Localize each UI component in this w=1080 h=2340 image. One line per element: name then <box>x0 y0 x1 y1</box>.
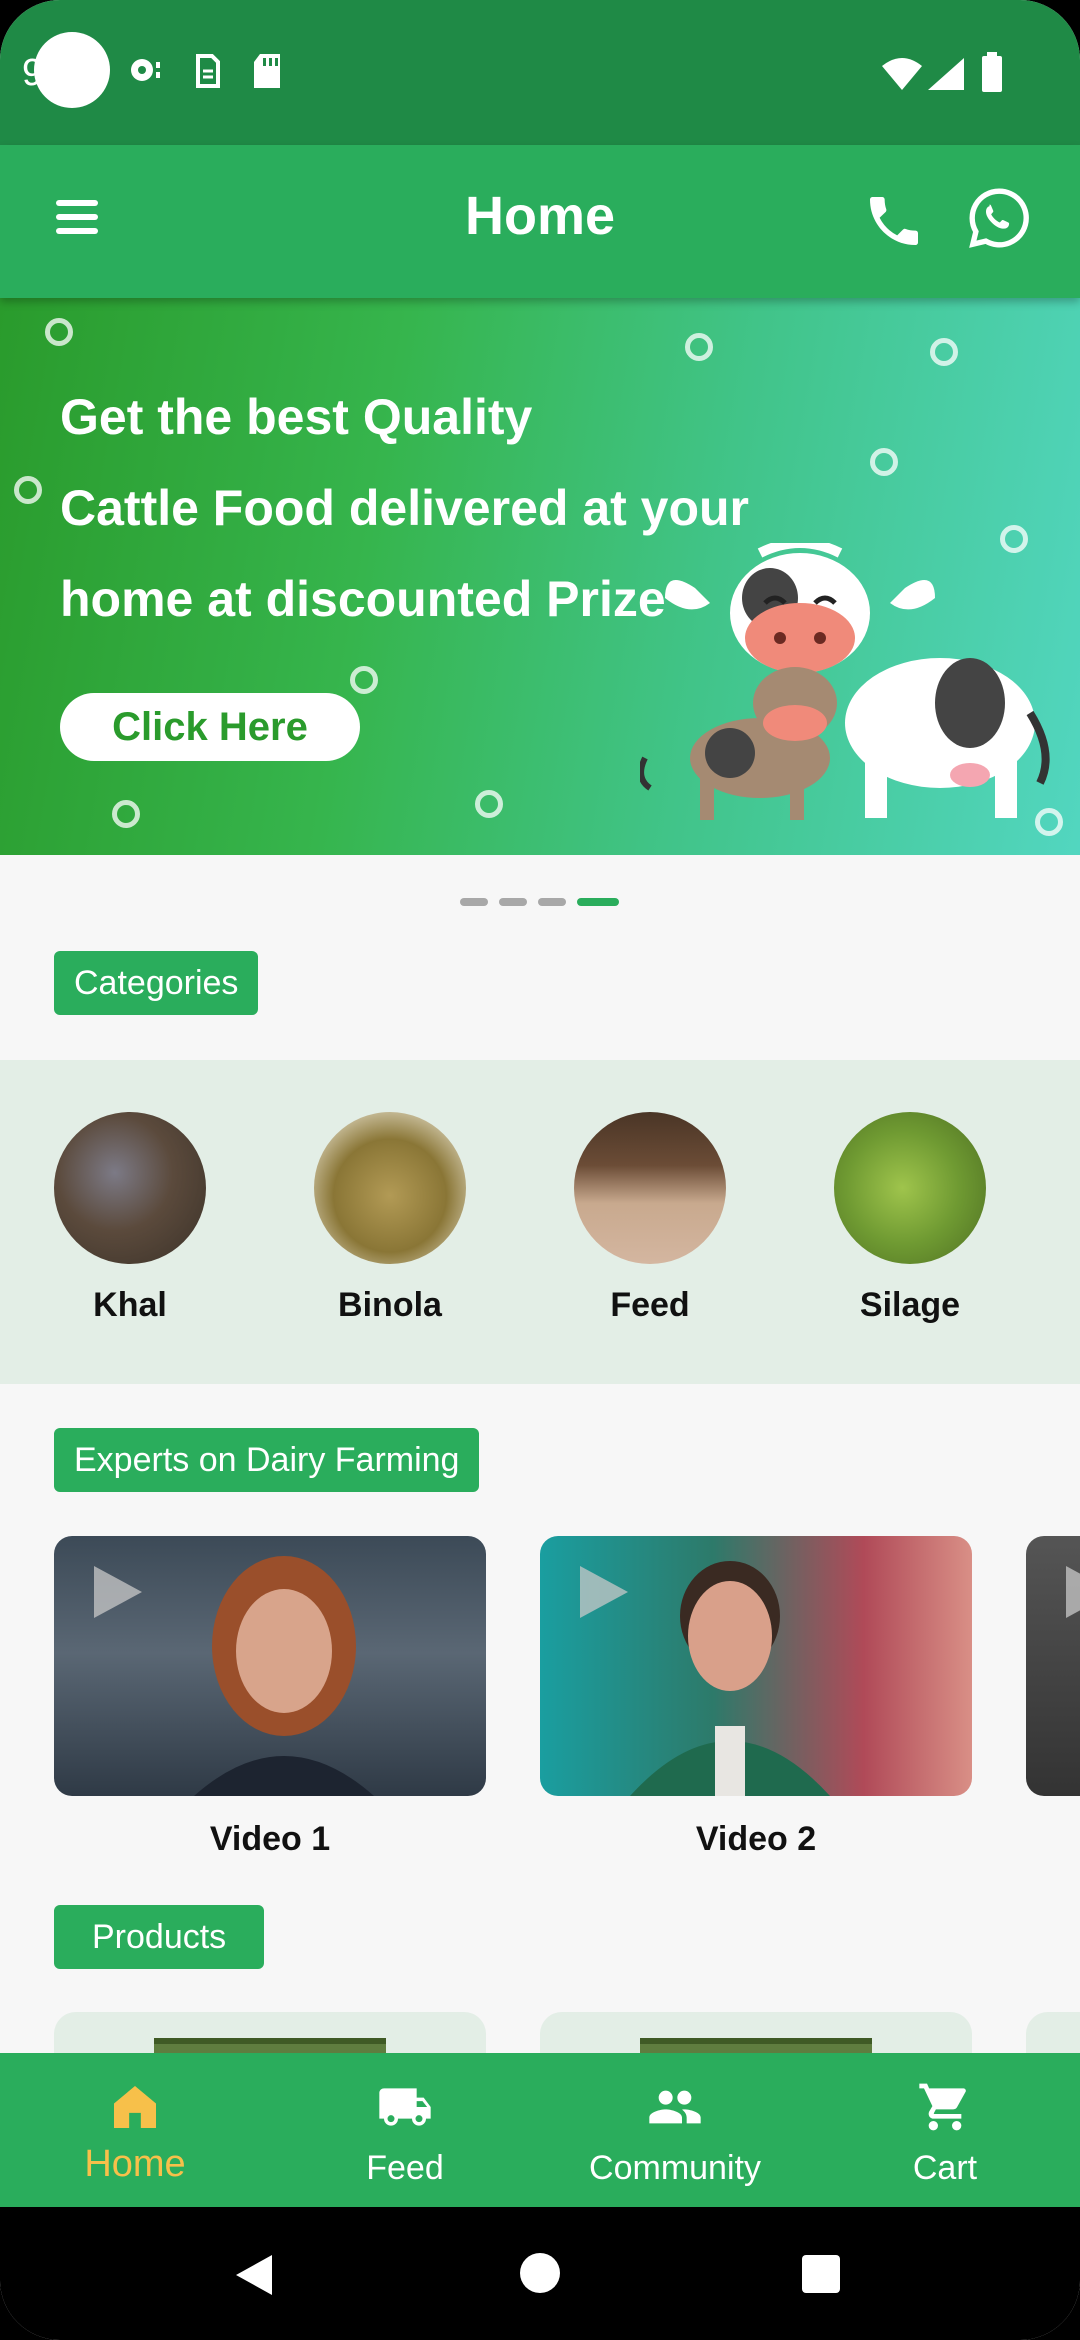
video-thumbnail-1[interactable] <box>54 1536 486 1796</box>
category-image <box>574 1112 726 1264</box>
wifi-icon <box>882 58 922 90</box>
category-image <box>54 1112 206 1264</box>
home-icon <box>114 2086 156 2128</box>
status-bar: 9 <box>0 0 1080 145</box>
video-title: Video 2 <box>695 1820 817 1858</box>
people-icon <box>649 2090 701 2124</box>
bubble-decoration <box>870 448 898 476</box>
video-thumbnail-2[interactable] <box>540 1536 972 1796</box>
promo-banner[interactable]: Get the best Quality Cattle Food deliver… <box>0 298 1080 855</box>
category-item-binola[interactable]: Binola <box>290 1112 490 1325</box>
phone-call-icon[interactable] <box>862 189 926 253</box>
click-here-button[interactable]: Click Here <box>60 693 360 761</box>
bubble-decoration <box>685 333 713 361</box>
nav-item-cart[interactable]: Cart <box>810 2053 1080 2207</box>
categories-heading: Categories <box>54 951 259 1015</box>
carousel-indicator <box>460 898 619 908</box>
carousel-dot-active[interactable] <box>577 898 619 906</box>
person-thumbnail <box>194 1556 374 1796</box>
category-item-feed[interactable]: Feed <box>550 1112 750 1325</box>
video-title: Video 1 <box>209 1820 331 1858</box>
nav-item-home[interactable]: Home <box>0 2053 270 2207</box>
bubble-decoration <box>14 476 42 504</box>
cows-illustration <box>640 543 1050 820</box>
categories-strip: Khal Binola Feed Silage <box>0 1060 1080 1384</box>
nav-label: Feed <box>366 2149 444 2187</box>
nav-label: Cart <box>912 2149 978 2187</box>
sd-card-icon <box>254 54 280 88</box>
bubble-decoration <box>930 338 958 366</box>
cart-icon <box>919 2083 966 2131</box>
banner-headline-line: Get the best Quality <box>60 389 533 445</box>
carousel-dot[interactable] <box>460 898 488 906</box>
category-label: Feed <box>610 1286 690 1324</box>
whatsapp-icon[interactable] <box>966 185 1032 251</box>
category-label: Silage <box>859 1286 961 1324</box>
category-image <box>834 1112 986 1264</box>
system-navigation-bar <box>0 2207 1080 2340</box>
home-circle-icon[interactable] <box>518 2251 562 2295</box>
bubble-decoration <box>112 800 140 828</box>
category-item-silage[interactable]: Silage <box>810 1112 1010 1325</box>
play-icon <box>580 1566 628 1618</box>
category-label: Khal <box>93 1286 167 1324</box>
bubble-decoration <box>350 666 378 694</box>
carousel-dot[interactable] <box>538 898 566 906</box>
battery-icon <box>982 52 1002 92</box>
phone-screen: 9 Home Get the best Quality Cattle Food … <box>0 0 1080 2340</box>
camera-cutout <box>34 32 110 108</box>
nav-label: Community <box>589 2149 761 2187</box>
back-icon[interactable] <box>232 2251 276 2299</box>
bottom-navigation: Home Feed Community Cart <box>0 2053 1080 2207</box>
banner-headline-line: Cattle Food delivered at your <box>60 480 750 536</box>
app-bar: Home <box>0 145 1080 298</box>
category-label: Binola <box>338 1286 442 1324</box>
category-item-khal[interactable]: Khal <box>30 1112 230 1325</box>
bubble-decoration <box>475 790 503 818</box>
play-icon <box>1066 1566 1080 1618</box>
experts-heading: Experts on Dairy Farming <box>54 1428 480 1492</box>
nav-label: Home <box>84 2143 186 2185</box>
recents-square-icon[interactable] <box>800 2253 842 2295</box>
play-icon <box>94 1566 142 1618</box>
truck-icon <box>379 2088 431 2126</box>
sim-icon <box>196 54 220 88</box>
media-icon <box>131 59 160 81</box>
carousel-dot[interactable] <box>499 898 527 906</box>
signal-icon <box>928 58 964 90</box>
banner-headline-line: home at discounted Prize <box>60 571 666 627</box>
category-image <box>314 1112 466 1264</box>
bubble-decoration <box>45 318 73 346</box>
video-thumbnail-3-partial[interactable] <box>1026 1536 1080 1796</box>
products-heading: Products <box>54 1905 265 1969</box>
nav-item-feed[interactable]: Feed <box>270 2053 540 2207</box>
nav-item-community[interactable]: Community <box>540 2053 810 2207</box>
